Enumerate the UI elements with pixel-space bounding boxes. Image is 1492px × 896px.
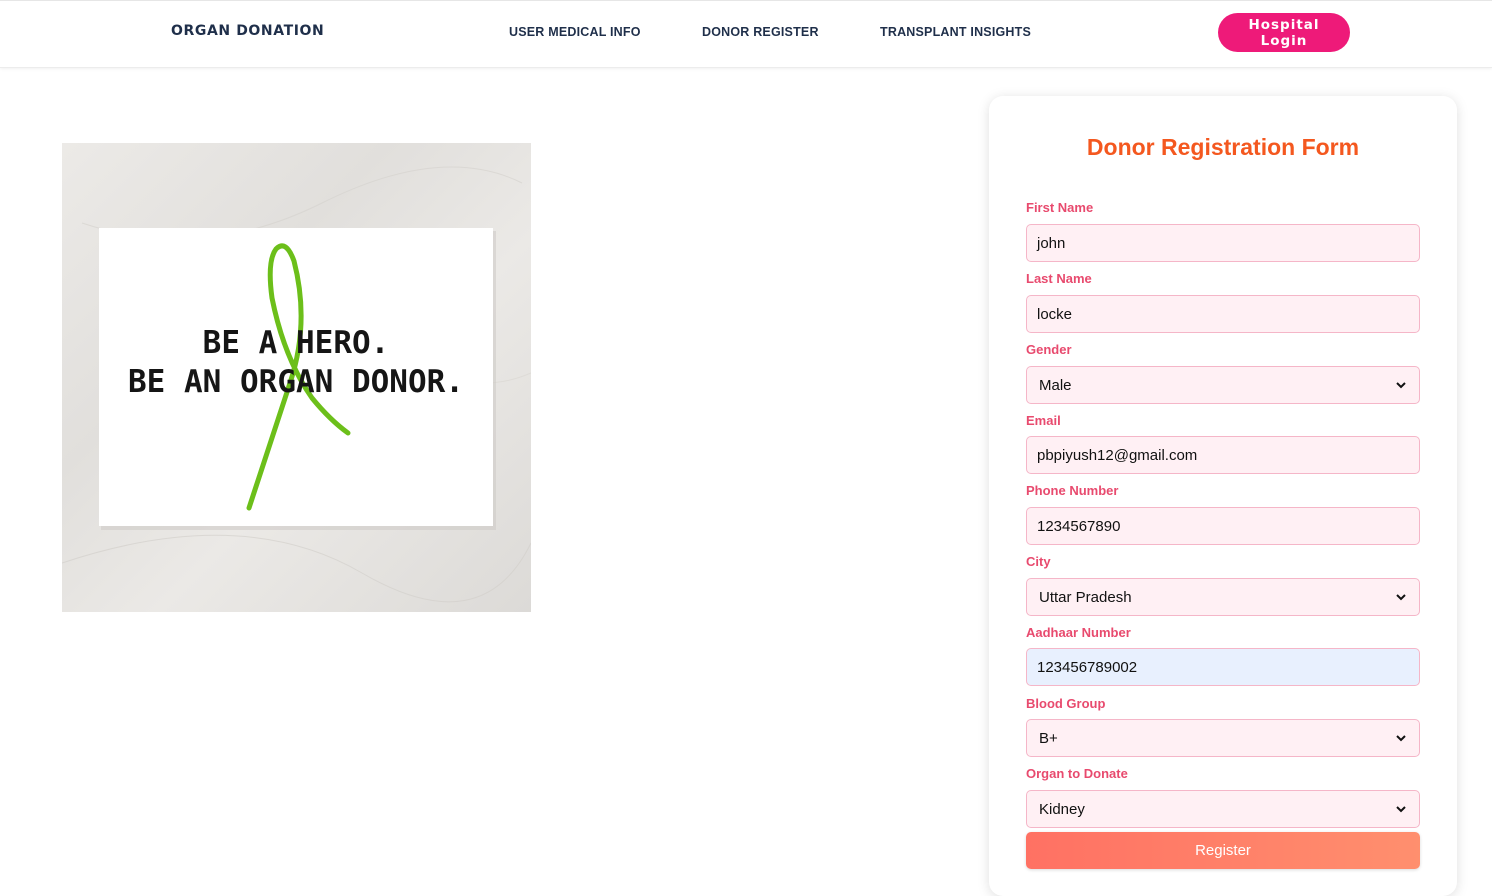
top-navbar: ORGAN DONATION USER MEDICAL INFO DONOR R… [0, 0, 1492, 68]
blood-group-selected-value: B+ [1039, 729, 1058, 747]
aadhaar-number-input[interactable]: 123456789002 [1026, 648, 1420, 686]
organ-to-donate-select[interactable]: Kidney [1026, 790, 1420, 828]
donor-registration-card: Donor Registration Form First Name john … [989, 96, 1457, 896]
phone-number-input[interactable]: 1234567890 [1026, 507, 1420, 545]
chevron-down-icon [1396, 594, 1406, 601]
nav-link-donor-register[interactable]: DONOR REGISTER [702, 25, 819, 39]
hero-text-line2: BE AN ORGAN DONOR. [128, 364, 464, 400]
chevron-down-icon [1396, 382, 1406, 389]
last-name-input[interactable]: locke [1026, 295, 1420, 333]
form-title: Donor Registration Form [1086, 134, 1360, 160]
city-select[interactable]: Uttar Pradesh [1026, 578, 1420, 616]
chevron-down-icon [1396, 806, 1406, 813]
organ-to-donate-label: Organ to Donate [1026, 766, 1128, 781]
chevron-down-icon [1396, 735, 1406, 742]
nav-link-transplant-insights[interactable]: TRANSPLANT INSIGHTS [880, 25, 1031, 39]
aadhaar-number-label: Aadhaar Number [1026, 625, 1131, 640]
first-name-label: First Name [1026, 200, 1094, 215]
first-name-input[interactable]: john [1026, 224, 1420, 262]
city-label: City [1026, 554, 1051, 569]
blood-group-label: Blood Group [1026, 696, 1106, 711]
email-label: Email [1026, 413, 1061, 428]
last-name-label: Last Name [1026, 271, 1092, 286]
phone-number-label: Phone Number [1026, 483, 1119, 498]
register-button[interactable]: Register [1026, 832, 1420, 869]
gender-selected-value: Male [1039, 376, 1072, 394]
gender-select[interactable]: Male [1026, 366, 1420, 404]
hospital-login-button[interactable]: Hospital Login [1218, 13, 1350, 52]
city-selected-value: Uttar Pradesh [1039, 588, 1132, 606]
blood-group-select[interactable]: B+ [1026, 719, 1420, 757]
nav-link-user-medical-info[interactable]: USER MEDICAL INFO [509, 25, 641, 39]
organ-selected-value: Kidney [1039, 800, 1085, 818]
hero-image-organ-donor: BE A HERO. BE AN ORGAN DONOR. [62, 143, 531, 612]
email-input[interactable]: pbpiyush12@gmail.com [1026, 436, 1420, 474]
gender-label: Gender [1026, 342, 1072, 357]
hero-text-line1: BE A HERO. [203, 325, 390, 361]
brand-logo-text[interactable]: ORGAN DONATION [171, 23, 324, 39]
hero-illustration: BE A HERO. BE AN ORGAN DONOR. [62, 166, 531, 603]
